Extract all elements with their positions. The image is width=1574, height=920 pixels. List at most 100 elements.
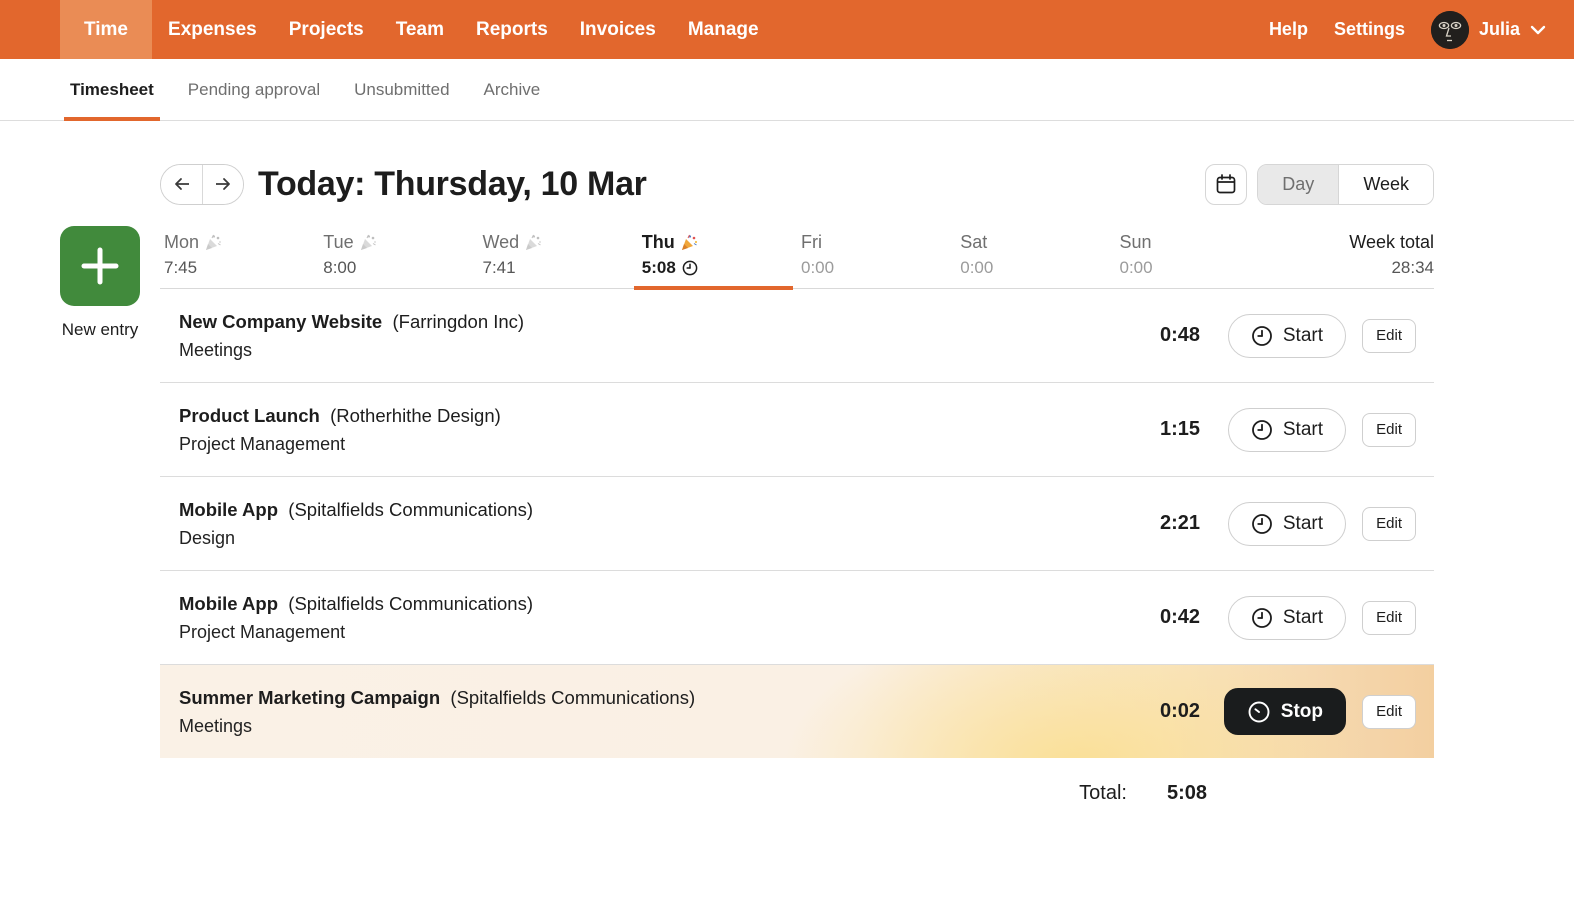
day-column-sat[interactable]: Sat 0:00 — [956, 232, 1115, 288]
entry-client: (Farringdon Inc) — [392, 311, 524, 332]
day-label: Wed — [483, 232, 520, 253]
day-column-sun[interactable]: Sun 0:00 — [1116, 232, 1275, 288]
tab-pending-approval[interactable]: Pending approval — [178, 59, 330, 120]
entry-client: (Spitalfields Communications) — [288, 499, 533, 520]
party-popper-icon — [681, 234, 698, 251]
edit-entry-button[interactable]: Edit — [1362, 507, 1416, 541]
edit-entry-button[interactable]: Edit — [1362, 413, 1416, 447]
tab-archive[interactable]: Archive — [474, 59, 551, 120]
chevron-down-icon — [1530, 25, 1546, 35]
edit-entry-button[interactable]: Edit — [1362, 601, 1416, 635]
day-column-mon[interactable]: Mon 7:45 — [160, 232, 319, 288]
nav-item-invoices[interactable]: Invoices — [564, 0, 672, 59]
day-label: Thu — [642, 232, 675, 253]
entry-project: Mobile App — [179, 593, 278, 614]
day-column-wed[interactable]: Wed 7:41 — [479, 232, 638, 288]
day-total: 8:00 — [323, 258, 478, 278]
entry-client: (Spitalfields Communications) — [450, 687, 695, 708]
day-label: Tue — [323, 232, 353, 253]
day-total: 0:00 — [1120, 258, 1275, 278]
plus-icon — [78, 244, 122, 288]
entry-task: Project Management — [179, 622, 1100, 643]
start-timer-button[interactable]: Start — [1228, 502, 1346, 546]
party-popper-icon — [360, 234, 377, 251]
view-controls: Day Week — [1205, 164, 1434, 205]
clock-icon — [1251, 419, 1273, 441]
entry-time: 2:21 — [1110, 512, 1200, 535]
nav-item-time[interactable]: Time — [60, 0, 152, 59]
new-entry-label: New entry — [60, 320, 140, 340]
day-column-thu-selected[interactable]: Thu 5:08 — [638, 232, 797, 288]
edit-entry-button[interactable]: Edit — [1362, 695, 1416, 729]
help-link[interactable]: Help — [1269, 19, 1308, 40]
start-timer-button[interactable]: Start — [1228, 596, 1346, 640]
nav-item-projects[interactable]: Projects — [273, 0, 380, 59]
nav-utility: Help Settings Julia — [1269, 0, 1546, 59]
top-nav: Time Expenses Projects Team Reports Invo… — [0, 0, 1574, 59]
day-label: Fri — [801, 232, 822, 253]
date-toolbar: Today: Thursday, 10 Mar Day Week — [160, 158, 1434, 210]
entry-client: (Spitalfields Communications) — [288, 593, 533, 614]
week-day-header: Mon 7:45 Tue 8:00 Wed 7:41 Thu — [160, 232, 1434, 289]
entry-task: Meetings — [179, 716, 1100, 737]
running-timer-icon — [682, 260, 698, 276]
day-total-row: Total: 5:08 — [160, 758, 1434, 805]
previous-day-button[interactable] — [161, 165, 202, 204]
entry-time: 0:02 — [1110, 700, 1200, 723]
week-total: Week total 28:34 — [1275, 232, 1434, 288]
nav-item-expenses[interactable]: Expenses — [152, 0, 273, 59]
day-view-toggle[interactable]: Day — [1258, 165, 1338, 204]
tab-unsubmitted[interactable]: Unsubmitted — [344, 59, 459, 120]
time-entry-row: Mobile App (Spitalfields Communications)… — [160, 571, 1434, 665]
day-label: Sun — [1120, 232, 1152, 253]
entry-time: 0:42 — [1110, 606, 1200, 629]
timesheet-tab-bar: Timesheet Pending approval Unsubmitted A… — [0, 59, 1574, 121]
user-menu[interactable]: Julia — [1431, 11, 1546, 49]
day-total: 7:45 — [164, 258, 319, 278]
time-entry-row: Product Launch (Rotherhithe Design) Proj… — [160, 383, 1434, 477]
entry-project: Mobile App — [179, 499, 278, 520]
new-entry-button[interactable] — [60, 226, 140, 306]
stop-timer-button[interactable]: Stop — [1224, 688, 1346, 735]
day-column-fri[interactable]: Fri 0:00 — [797, 232, 956, 288]
entry-client: (Rotherhithe Design) — [330, 405, 501, 426]
calendar-icon — [1215, 173, 1237, 195]
entry-task: Project Management — [179, 434, 1100, 455]
entry-info: Summer Marketing Campaign (Spitalfields … — [179, 687, 1110, 737]
timesheet-main: Today: Thursday, 10 Mar Day Week Mon — [160, 121, 1434, 805]
tab-timesheet[interactable]: Timesheet — [60, 59, 164, 120]
party-popper-icon — [205, 234, 222, 251]
day-total: 0:00 — [960, 258, 1115, 278]
entry-info: Mobile App (Spitalfields Communications)… — [179, 593, 1110, 643]
nav-item-team[interactable]: Team — [380, 0, 460, 59]
nav-item-reports[interactable]: Reports — [460, 0, 564, 59]
calendar-button[interactable] — [1205, 164, 1247, 205]
day-total-value: 5:08 — [1167, 782, 1207, 805]
start-timer-button[interactable]: Start — [1228, 314, 1346, 358]
entry-info: Product Launch (Rotherhithe Design) Proj… — [179, 405, 1110, 455]
week-total-label: Week total — [1275, 232, 1434, 253]
week-view-toggle[interactable]: Week — [1338, 165, 1433, 204]
date-title-prefix: Today: — [258, 165, 365, 203]
entry-info: New Company Website (Farringdon Inc) Mee… — [179, 311, 1110, 361]
time-entry-row-running: Summer Marketing Campaign (Spitalfields … — [160, 665, 1434, 758]
week-total-value: 28:34 — [1275, 258, 1434, 278]
start-timer-button[interactable]: Start — [1228, 408, 1346, 452]
clock-icon — [1251, 325, 1273, 347]
entry-project: Product Launch — [179, 405, 320, 426]
entry-info: Mobile App (Spitalfields Communications)… — [179, 499, 1110, 549]
date-title-date: Thursday, 10 Mar — [374, 165, 646, 203]
entry-time: 1:15 — [1110, 418, 1200, 441]
clock-icon — [1251, 607, 1273, 629]
next-day-button[interactable] — [202, 165, 243, 204]
clock-icon — [1251, 513, 1273, 535]
edit-entry-button[interactable]: Edit — [1362, 319, 1416, 353]
date-pager — [160, 164, 244, 205]
day-label: Sat — [960, 232, 987, 253]
nav-item-manage[interactable]: Manage — [672, 0, 775, 59]
settings-link[interactable]: Settings — [1334, 19, 1405, 40]
time-entry-row: New Company Website (Farringdon Inc) Mee… — [160, 289, 1434, 383]
page-title: Today: Thursday, 10 Mar — [258, 165, 647, 204]
time-entry-row: Mobile App (Spitalfields Communications)… — [160, 477, 1434, 571]
day-column-tue[interactable]: Tue 8:00 — [319, 232, 478, 288]
